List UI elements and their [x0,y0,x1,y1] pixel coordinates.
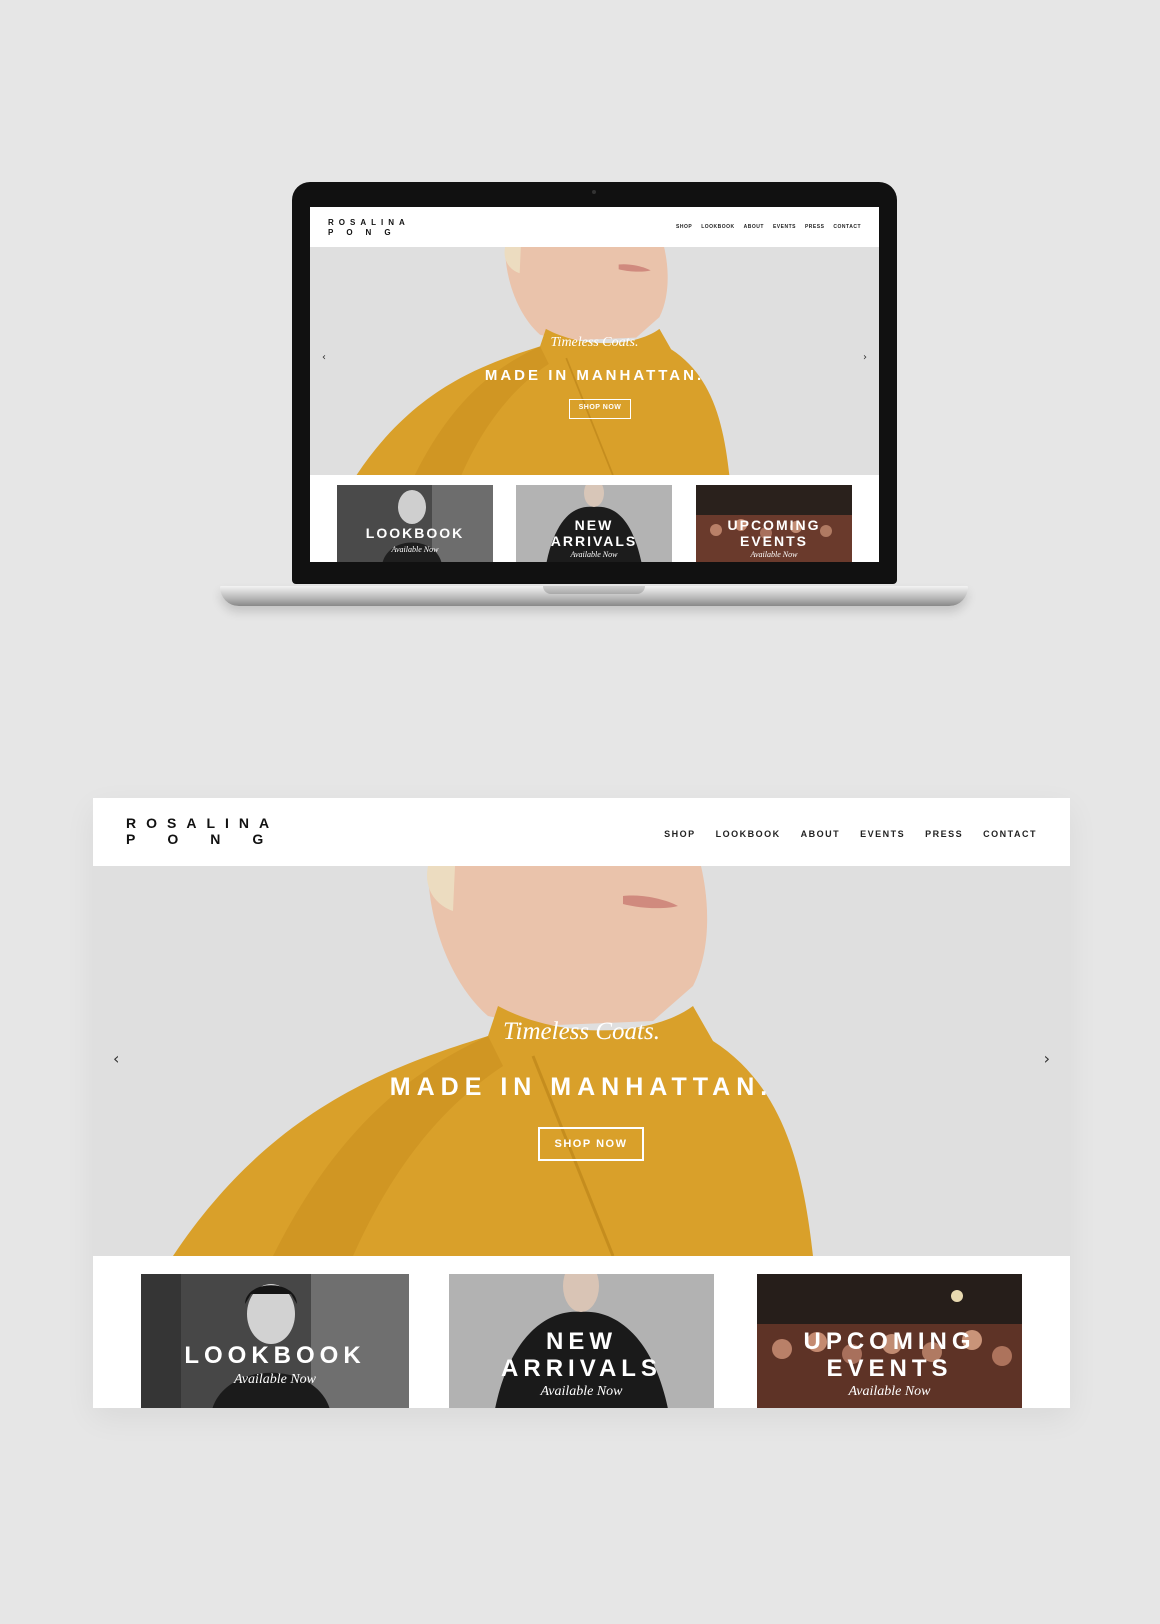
next-slide-arrow[interactable]: › [863,352,867,363]
tile-subtitle: Available Now [848,1384,931,1399]
tile-title-line-2: ARRIVALS [550,533,638,549]
hero-model-image [93,866,1070,1256]
prev-slide-arrow[interactable]: ‹ [322,352,326,363]
tile-upcoming-events[interactable]: UPCOMING EVENTS Available Now [757,1274,1022,1408]
tile-title-line-1: UPCOMING [727,517,821,533]
hero-tagline: Timeless Coats. [503,1018,660,1045]
hero-slider: ‹ › Timeless Coats. MADE IN MANHATTAN. S… [93,866,1070,1256]
nav-lookbook[interactable]: LOOKBOOK [701,224,734,230]
nav-events[interactable]: EVENTS [860,829,905,839]
shop-now-button[interactable]: SHOP NOW [569,399,631,419]
tile-title-line-1: NEW [546,1328,617,1355]
tile-subtitle: Available Now [570,550,618,559]
tile-title-line-1: NEW [574,517,614,533]
tile-title-line-2: EVENTS [739,533,808,549]
nav-events[interactable]: EVENTS [773,224,796,230]
tile-title: LOOKBOOK [184,1342,366,1369]
hero-model-image [310,247,879,475]
tile-title-line-2: ARRIVALS [501,1355,662,1382]
tile-lookbook[interactable]: LOOKBOOK Available Now [337,485,493,562]
nav-press[interactable]: PRESS [925,829,963,839]
nav-about[interactable]: ABOUT [744,224,764,230]
tile-subtitle: Available Now [750,550,798,559]
feature-tiles: LOOKBOOK Available Now NEW ARRIVALS Avai… [93,1256,1070,1408]
shop-now-button[interactable]: SHOP NOW [538,1127,644,1161]
tile-title-line-1: UPCOMING [803,1328,976,1355]
tile-title-line-2: EVENTS [826,1355,953,1382]
tile-new-arrivals[interactable]: NEW ARRIVALS Available Now [449,1274,714,1408]
site-logo[interactable]: ROSALINA PONG [328,218,410,238]
hero-headline: MADE IN MANHATTAN. [389,1073,774,1101]
site-header: ROSALINA PONG SHOP LOOKBOOK ABOUT EVENTS… [93,798,1070,866]
next-slide-arrow[interactable]: › [1044,1049,1050,1068]
site-header: ROSALINA PONG SHOP LOOKBOOK ABOUT EVENTS… [310,207,879,247]
tile-subtitle: Available Now [540,1384,623,1399]
camera-icon [592,190,596,194]
tile-new-arrivals[interactable]: NEW ARRIVALS Available Now [516,485,672,562]
logo-line-1: ROSALINA [328,218,410,227]
nav-shop[interactable]: SHOP [676,224,692,230]
logo-line-2: PONG [126,831,296,847]
tile-subtitle: Available Now [391,545,439,554]
site-logo[interactable]: ROSALINA PONG [126,815,295,847]
main-nav: SHOP LOOKBOOK ABOUT EVENTS PRESS CONTACT [664,829,1037,839]
nav-contact[interactable]: CONTACT [983,829,1037,839]
nav-shop[interactable]: SHOP [664,829,696,839]
nav-contact[interactable]: CONTACT [833,224,861,230]
laptop-notch [543,586,645,594]
prev-slide-arrow[interactable]: ‹ [113,1049,119,1068]
hero-tagline: Timeless Coats. [550,335,639,350]
feature-tiles: LOOKBOOK Available Now NEW ARRIVALS Avai… [310,475,879,562]
main-nav: SHOP LOOKBOOK ABOUT EVENTS PRESS CONTACT [676,224,861,230]
tile-subtitle: Available Now [233,1372,317,1387]
laptop-screen-website: ROSALINA PONG SHOP LOOKBOOK ABOUT EVENTS… [310,207,879,562]
hero-headline: MADE IN MANHATTAN. [484,367,705,384]
nav-press[interactable]: PRESS [805,224,824,230]
tile-lookbook[interactable]: LOOKBOOK Available Now [141,1274,409,1408]
website-full-view: ROSALINA PONG SHOP LOOKBOOK ABOUT EVENTS… [93,798,1070,1408]
nav-lookbook[interactable]: LOOKBOOK [716,829,781,839]
logo-line-2: PONG [328,228,404,237]
logo-line-1: ROSALINA [126,815,280,831]
hero-slider: ‹ › Timeless Coats. MADE IN MANHATTAN. S… [310,247,879,475]
tile-title: LOOKBOOK [365,525,465,541]
tile-upcoming-events[interactable]: UPCOMING EVENTS Available Now [696,485,852,562]
nav-about[interactable]: ABOUT [801,829,841,839]
